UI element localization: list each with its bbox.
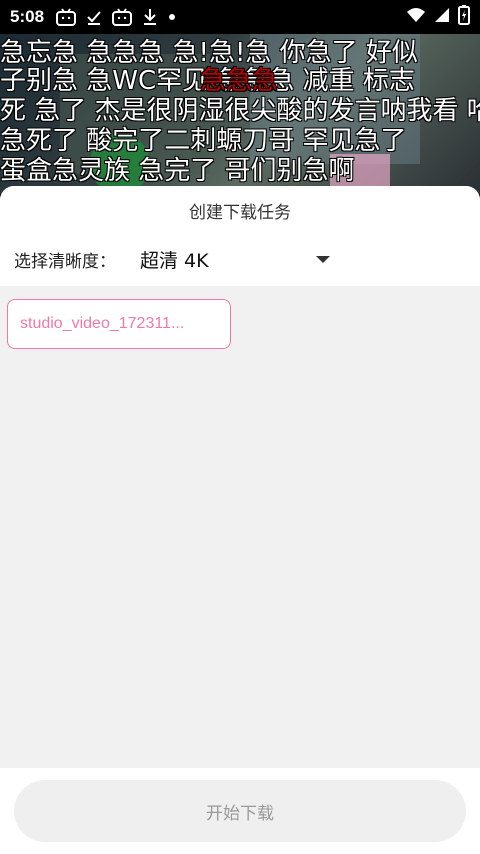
quality-dropdown[interactable]: 超清 4K	[140, 246, 330, 273]
quality-value: 超清 4K	[140, 249, 209, 272]
quality-label: 选择清晰度：	[14, 251, 116, 272]
quality-row: 选择清晰度： 超清 4K	[0, 234, 480, 284]
video-player-background: 急忘急 急急急 急!急!急 你急了 好似 子别急 急WC罕见 急急急 减重 标志…	[0, 34, 480, 194]
bilibili-tv-icon	[56, 8, 77, 26]
status-time: 5:08	[10, 7, 45, 26]
sheet-title: 创建下载任务	[189, 203, 291, 223]
sheet-header: 创建下载任务 选择清晰度： 超清 4K	[0, 186, 480, 286]
battery-icon	[458, 4, 470, 30]
dropdown-arrow-icon	[316, 255, 330, 263]
danmaku-line: 蛋盒急灵族 急完了 哥们别急啊	[0, 156, 355, 186]
wifi-icon	[406, 7, 426, 28]
bilibili-tv-icon	[112, 8, 133, 26]
file-list: studio_video_172311...	[0, 286, 480, 349]
download-icon	[142, 8, 158, 26]
file-chip[interactable]: studio_video_172311...	[7, 299, 231, 349]
status-bar: 5:08	[0, 0, 480, 34]
start-download-button[interactable]: 开始下载	[14, 780, 466, 842]
sheet-footer: 开始下载	[0, 768, 480, 854]
download-task-sheet: 创建下载任务 选择清晰度： 超清 4K studio_video_172311.…	[0, 186, 480, 854]
signal-icon	[434, 7, 450, 28]
dot-icon	[168, 13, 176, 21]
check-download-icon	[86, 9, 102, 25]
